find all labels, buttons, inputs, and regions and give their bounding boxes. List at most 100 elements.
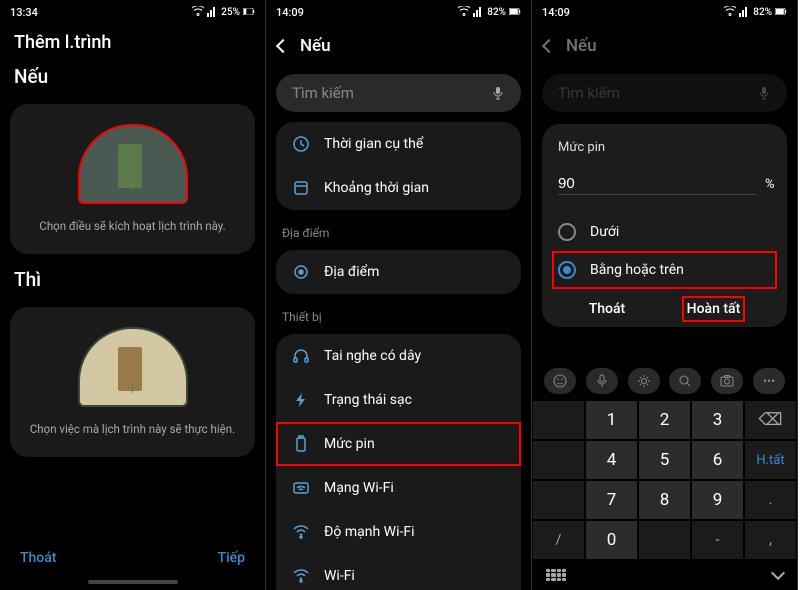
page-title: Thêm l.trình — [0, 24, 265, 57]
emoji-icon[interactable] — [544, 368, 576, 394]
device-header: Thiết bị — [266, 298, 531, 330]
location-block: Địa điểm — [276, 250, 521, 294]
cancel-button[interactable]: Thoát — [589, 301, 625, 317]
keyboard-switch-icon[interactable] — [546, 569, 566, 581]
wifi-icon — [458, 6, 470, 19]
mic-icon — [757, 86, 771, 100]
key-slash[interactable]: / — [532, 520, 585, 560]
battery-icon — [509, 7, 521, 18]
item-specific-time[interactable]: Thời gian cụ thể — [276, 122, 521, 166]
radio-at-or-above[interactable]: Bằng hoặc trên — [552, 251, 777, 289]
key-done[interactable]: H.tất — [744, 440, 797, 480]
key-4[interactable]: 4 — [585, 440, 638, 480]
status-battery: 25% — [221, 7, 240, 18]
key-0[interactable]: 0 — [585, 520, 638, 560]
modal-title: Mức pin — [558, 140, 771, 155]
search-input: Tìm kiếm — [542, 74, 787, 112]
status-time: 14:09 — [276, 6, 304, 19]
key-6[interactable]: 6 — [691, 440, 744, 480]
pin-icon — [292, 263, 310, 281]
list-label: Thời gian cụ thể — [324, 136, 423, 152]
then-caption: Chọn việc mà lịch trình này sẽ thực hiện… — [30, 421, 235, 437]
item-wired-headphones[interactable]: Tai nghe có dây — [276, 334, 521, 378]
then-illustration[interactable]: + — [78, 327, 188, 407]
radio-label: Dưới — [590, 224, 619, 240]
battery-modal: Mức pin % Dưới Bằng hoặc trên Thoát Hoàn… — [542, 124, 787, 327]
key-comma[interactable]: , — [744, 520, 797, 560]
screen-condition-list: 14:09 82% Nếu Tìm kiếm Thời gian cụ thể — [266, 0, 532, 590]
key-1[interactable]: 1 — [585, 400, 638, 440]
radio-icon — [558, 223, 576, 241]
item-wifi-strength[interactable]: Độ mạnh Wi-Fi — [276, 510, 521, 554]
status-bar: 14:09 82% — [532, 0, 797, 24]
key-backspace[interactable]: ⌫ — [744, 400, 797, 440]
item-location[interactable]: Địa điểm — [276, 250, 521, 294]
key-8[interactable]: 8 — [638, 480, 691, 520]
key-7[interactable]: 7 — [585, 480, 638, 520]
radio-under[interactable]: Dưới — [558, 213, 771, 251]
exit-button[interactable]: Thoát — [20, 550, 56, 566]
search-input[interactable]: Tìm kiếm — [276, 74, 521, 112]
status-bar: 14:09 82% — [266, 0, 531, 24]
status-bar: 13:34 25% — [0, 0, 265, 24]
clock-icon — [292, 135, 310, 153]
key-empty — [638, 520, 691, 560]
key-empty — [532, 480, 585, 520]
section-then-label: Thì — [0, 260, 265, 301]
key-empty — [532, 400, 585, 440]
keyboard-footer — [532, 560, 797, 590]
next-button[interactable]: Tiếp — [218, 550, 245, 566]
list-label: Trạng thái sạc — [324, 392, 412, 408]
headphones-icon — [292, 347, 310, 365]
back-button — [542, 39, 556, 53]
radio-label: Bằng hoặc trên — [590, 262, 684, 278]
if-card[interactable]: + Chọn điều sẽ kích hoạt lịch trình này. — [10, 104, 255, 254]
key-2[interactable]: 2 — [638, 400, 691, 440]
wifi-icon — [724, 6, 736, 19]
key-9[interactable]: 9 — [691, 480, 744, 520]
dismiss-keyboard-icon[interactable] — [771, 566, 785, 580]
battery-icon — [775, 7, 787, 18]
key-5[interactable]: 5 — [638, 440, 691, 480]
done-button[interactable]: Hoàn tất — [687, 301, 741, 317]
range-icon — [292, 179, 310, 197]
location-header: Địa điểm — [266, 214, 531, 246]
item-wifi-network[interactable]: Mạng Wi-Fi — [276, 466, 521, 510]
nav-handle[interactable] — [88, 580, 178, 584]
item-battery-level[interactable]: Mức pin — [276, 422, 521, 466]
item-charging-status[interactable]: Trạng thái sạc — [276, 378, 521, 422]
then-card[interactable]: + Chọn việc mà lịch trình này sẽ thực hi… — [10, 307, 255, 457]
list-label: Wi-Fi — [324, 568, 355, 584]
status-battery: 82% — [753, 7, 772, 18]
status-time: 13:34 — [10, 6, 38, 19]
voice-icon[interactable] — [586, 368, 618, 394]
list-label: Độ mạnh Wi-Fi — [324, 524, 415, 540]
item-wifi[interactable]: Wi-Fi — [276, 554, 521, 590]
header: Nếu — [532, 24, 797, 68]
more-icon[interactable]: ••• — [753, 368, 785, 394]
settings-icon[interactable] — [628, 368, 660, 394]
battery-value-input[interactable] — [558, 173, 757, 195]
key-dash[interactable]: - — [691, 520, 744, 560]
percent-label: % — [765, 177, 775, 192]
camera-icon[interactable] — [711, 368, 743, 394]
list-label: Mức pin — [324, 436, 375, 452]
plus-icon: + — [127, 175, 137, 196]
key-dot[interactable]: . — [744, 480, 797, 520]
plus-icon: + — [127, 378, 137, 399]
radio-icon — [558, 261, 576, 279]
key-3[interactable]: 3 — [691, 400, 744, 440]
footer-bar: Thoát Tiếp — [0, 536, 265, 580]
mic-icon[interactable] — [491, 86, 505, 100]
list-label: Tai nghe có dây — [324, 348, 421, 364]
item-time-range[interactable]: Khoảng thời gian — [276, 166, 521, 210]
status-battery: 82% — [487, 7, 506, 18]
header-title: Nếu — [300, 36, 331, 56]
if-illustration[interactable]: + — [78, 124, 188, 204]
search-icon[interactable] — [669, 368, 701, 394]
battery-icon — [292, 435, 310, 453]
back-button[interactable] — [276, 39, 290, 53]
list-label: Mạng Wi-Fi — [324, 480, 394, 496]
header-title: Nếu — [566, 36, 597, 56]
wifi-icon — [292, 523, 310, 541]
